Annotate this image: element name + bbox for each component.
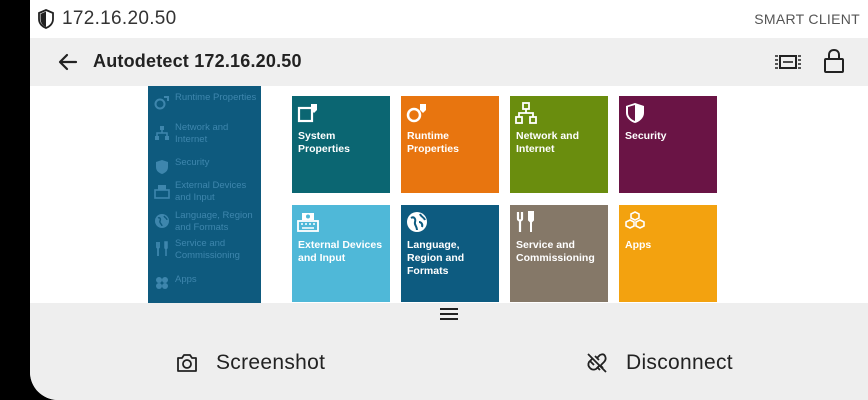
sidebar-item-external-devices[interactable]: External Devices and Input [152,180,260,208]
sidebar-item-language[interactable]: Language, Region and Formats [152,210,260,238]
app-bar: Autodetect 172.16.20.50 [30,38,868,86]
back-arrow-icon[interactable] [56,50,80,74]
globe-icon [407,212,427,232]
globe-icon [155,214,169,228]
tile-network-internet[interactable]: Network and Internet [510,96,608,193]
settings-sidebar: Runtime Properties Network and Internet … [148,86,261,303]
runtime-properties-icon [406,104,426,123]
sidebar-item-label: Service and Commissioning [175,238,240,261]
tools-icon [156,241,168,256]
runtime-icon [154,96,169,110]
tile-language-region[interactable]: Language, Region and Formats [401,205,499,302]
screenshot-button[interactable]: Screenshot [170,343,350,383]
page-title: Autodetect 172.16.20.50 [93,51,302,71]
apps-icon [625,211,645,229]
devices-icon [297,213,319,232]
tile-label: Network and Internet [516,130,580,155]
tile-security[interactable]: Security [619,96,717,193]
tile-service-commissioning[interactable]: Service and Commissioning [510,205,608,302]
sidebar-item-label: Runtime Properties [175,92,257,103]
device-frame: 172.16.20.50 SMART CLIENT Autodetect 172… [0,0,868,400]
tile-label: System Properties [298,130,350,155]
sidebar-item-label: External Devices and Input [175,180,247,203]
fullscreen-icon[interactable] [774,50,802,74]
status-bar: 172.16.20.50 SMART CLIENT [30,0,868,38]
shield-icon [626,103,644,123]
lock-icon[interactable] [822,48,846,74]
status-address: 172.16.20.50 [62,8,177,29]
sidebar-item-service[interactable]: Service and Commissioning [152,238,260,266]
network-icon [155,126,169,140]
remote-screen[interactable]: Runtime Properties Network and Internet … [30,86,868,303]
tile-label: External Devices and Input [298,239,383,264]
sidebar-item-label: Security [175,157,210,168]
tile-label: Language, Region and Formats [407,239,465,277]
disconnect-label: Disconnect [626,351,733,374]
app-screen: 172.16.20.50 SMART CLIENT Autodetect 172… [30,0,868,400]
devices-icon [154,185,170,199]
tile-label: Security [625,130,667,142]
disconnect-button[interactable]: Disconnect [578,343,778,383]
menu-handle-icon[interactable] [439,307,459,321]
tile-runtime-properties[interactable]: Runtime Properties [401,96,499,193]
network-icon [515,102,537,124]
sidebar-item-runtime-properties[interactable]: Runtime Properties [152,92,260,120]
tile-label: Service and Commissioning [516,239,595,264]
tools-icon [516,211,534,232]
shield-icon [156,160,168,174]
bottom-panel: Screenshot Disconnect [30,303,868,400]
camera-icon [177,354,197,372]
apps-icon [156,277,168,289]
tile-label: Runtime Properties [407,130,459,155]
sidebar-item-label: Network and Internet [175,122,229,145]
tile-label: Apps [625,239,652,251]
screenshot-label: Screenshot [216,351,326,374]
system-properties-icon [297,104,317,123]
sidebar-item-label: Apps [175,274,197,285]
shield-icon [38,9,54,29]
app-name: SMART CLIENT [754,11,860,27]
disconnect-icon [587,353,607,373]
sidebar-item-apps[interactable]: Apps [152,272,260,300]
tile-system-properties[interactable]: System Properties [292,96,390,193]
tile-apps[interactable]: Apps [619,205,717,302]
tile-external-devices[interactable]: External Devices and Input [292,205,390,302]
sidebar-item-label: Language, Region and Formats [175,210,253,233]
sidebar-item-network[interactable]: Network and Internet [152,122,260,150]
